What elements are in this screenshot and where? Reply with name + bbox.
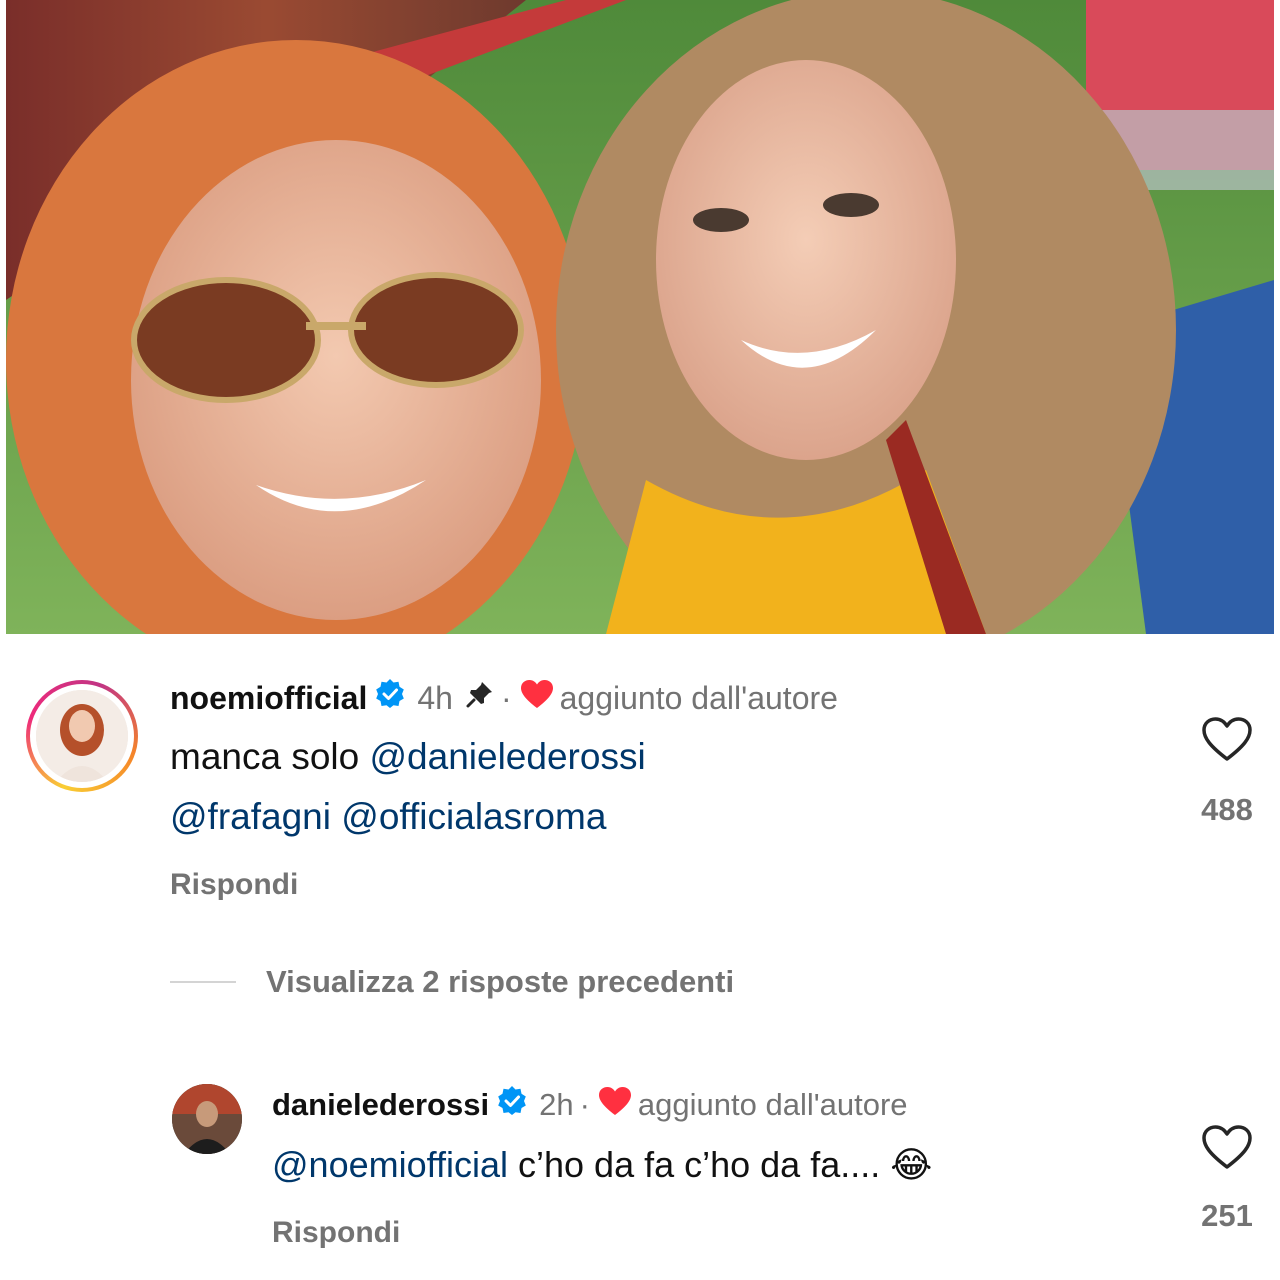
mention-link[interactable]: @officialasroma xyxy=(341,796,606,837)
profile-picture-icon xyxy=(36,690,128,782)
comment-username[interactable]: noemiofficial xyxy=(170,680,367,717)
verified-badge-icon xyxy=(375,679,405,717)
laughing-emoji-icon: 😂 xyxy=(890,1145,933,1186)
post-photo[interactable] xyxy=(6,0,1274,634)
comment-text-line-2: @frafagni @officialasroma xyxy=(170,794,606,840)
comment-header: danielederossi 2h · aggiunto dall'autore xyxy=(272,1084,908,1126)
view-replies-label: Visualizza 2 risposte precedenti xyxy=(266,964,735,999)
avatar[interactable] xyxy=(172,1084,242,1154)
reply-button[interactable]: Rispondi xyxy=(272,1216,400,1250)
mention-link[interactable]: @noemiofficial xyxy=(272,1144,508,1185)
view-replies-toggle[interactable]: Visualizza 2 risposte precedenti xyxy=(170,962,734,1002)
like-count: 488 xyxy=(1201,792,1253,827)
comment-header: noemiofficial 4h · aggiunto dall'autore xyxy=(170,676,838,720)
heart-filled-icon xyxy=(598,1086,632,1124)
pin-icon xyxy=(465,679,495,717)
mention-link[interactable]: @danielederossi xyxy=(370,736,646,777)
divider-line xyxy=(170,981,236,983)
liked-by-author-label: aggiunto dall'autore xyxy=(559,679,838,716)
like-column: 251 xyxy=(1180,1124,1274,1234)
profile-picture-icon xyxy=(172,1084,242,1154)
heart-outline-icon[interactable] xyxy=(1180,716,1274,772)
selfie-photo xyxy=(6,0,1274,634)
heart-filled-icon xyxy=(520,679,554,717)
separator-dot: · xyxy=(579,1087,590,1122)
like-count: 251 xyxy=(1201,1198,1253,1233)
avatar[interactable] xyxy=(26,680,138,792)
comment-time: 2h xyxy=(539,1087,574,1122)
comment-time: 4h xyxy=(417,679,453,716)
comment-text-line-1: @noemiofficial c’ho da fa c’ho da fa....… xyxy=(272,1142,932,1189)
heart-outline-icon[interactable] xyxy=(1180,1124,1274,1180)
reply-button[interactable]: Rispondi xyxy=(170,868,298,902)
like-column: 488 xyxy=(1180,716,1274,828)
comment-text: c’ho da fa c’ho da fa.... xyxy=(508,1144,881,1185)
liked-by-author-label: aggiunto dall'autore xyxy=(637,1087,908,1122)
comment-text: manca solo xyxy=(170,736,370,777)
verified-badge-icon xyxy=(497,1086,527,1124)
mention-link[interactable]: @frafagni xyxy=(170,796,331,837)
comment-username[interactable]: danielederossi xyxy=(272,1087,489,1123)
separator-dot: · xyxy=(500,679,512,716)
comment-text-line-1: manca solo @danielederossi xyxy=(170,734,646,780)
